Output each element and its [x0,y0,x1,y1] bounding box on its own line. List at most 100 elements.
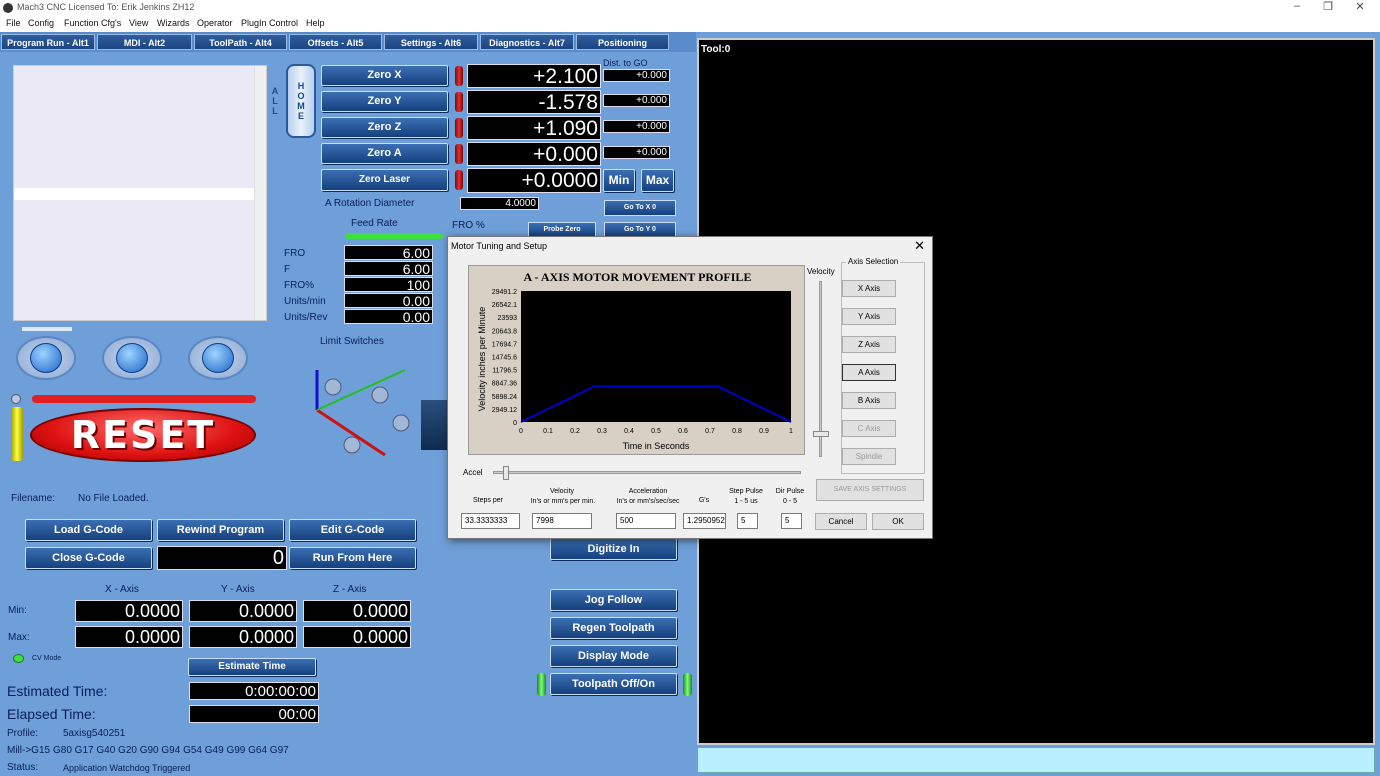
min-z-value: 0.0000 [303,600,411,622]
regen-toolpath-button[interactable]: Regen Toolpath [550,617,677,639]
run-from-here-button[interactable]: Run From Here [289,547,416,569]
step-pulse-input[interactable]: 5 [737,513,758,529]
y-tick-label: 0 [513,420,517,427]
current-line-highlight [14,188,254,200]
acceleration-input[interactable]: 500 [616,513,676,529]
pause-icon [116,343,148,373]
stop-icon [202,343,234,373]
accel-slider-track[interactable] [493,471,801,474]
units-rev-value[interactable]: 0.00 [344,309,433,324]
elapsed-time-value: 00:00 [189,705,319,723]
zero-z-button[interactable]: Zero Z [321,117,448,138]
y-dro[interactable]: -1.578 [467,90,601,114]
spindle-button[interactable]: Spindle [842,448,896,465]
gcode-listing[interactable] [13,65,267,321]
elapsed-time-label: Elapsed Time: [7,706,96,722]
x-tick-label: 0.1 [543,428,553,435]
tab-toolpath[interactable]: ToolPath - Alt4 [194,34,287,50]
tab-diagnostics[interactable]: Diagnostics - Alt7 [480,34,574,50]
edit-gcode-button[interactable]: Edit G-Code [289,519,416,541]
filename-label: Filename: [11,493,55,504]
close-window-button[interactable]: ✕ [1345,0,1375,13]
y-tick-label: 2949.12 [492,407,517,414]
menu-file[interactable]: File [6,18,21,28]
max-z-value: 0.0000 [303,626,411,648]
tab-offsets[interactable]: Offsets - Alt5 [289,34,382,50]
z-dro[interactable]: +1.090 [467,116,601,140]
dir-pulse-label: Dir Pulse [775,488,805,495]
x-ref-led [455,66,463,86]
min-x-value: 0.0000 [75,600,183,622]
menu-help[interactable]: Help [306,18,325,28]
toolpath-led-right [683,673,692,696]
a-axis-button[interactable]: A Axis [842,364,896,381]
laser-max-button[interactable]: Max [641,169,674,192]
estimate-time-button[interactable]: Estimate Time [188,658,316,676]
load-gcode-button[interactable]: Load G-Code [25,519,152,541]
cycle-start-button[interactable] [16,336,76,380]
c-axis-button[interactable]: C Axis [842,420,896,437]
menu-view[interactable]: View [129,18,148,28]
display-mode-button[interactable]: Display Mode [550,645,677,667]
menu-plugin-control[interactable]: PlugIn Control [241,18,298,28]
x-dro[interactable]: +2.100 [467,64,601,88]
zero-x-button[interactable]: Zero X [321,65,448,86]
menu-config[interactable]: Config [28,18,54,28]
play-icon [30,343,62,373]
y-tick-label: 8847.36 [492,381,517,388]
acceleration-label: Acceleration [628,488,668,495]
tab-mdi[interactable]: MDI - Alt2 [97,34,192,50]
close-gcode-button[interactable]: Close G-Code [25,547,152,569]
feed-rate-bar [345,233,443,239]
rotation-diameter-value[interactable]: 4.0000 [460,197,539,210]
velocity-slider-label: Velocity [807,267,835,276]
velocity-slider-thumb[interactable] [813,431,829,437]
y-axis-button[interactable]: Y Axis [842,308,896,325]
stop-button[interactable] [188,336,248,380]
jog-follow-button[interactable]: Jog Follow [550,589,677,611]
extents-x-header: X - Axis [105,584,139,595]
fro-value[interactable]: 6.00 [344,245,433,260]
acceleration-units-label: In's or mm's/sec/sec [616,498,680,505]
minimize-button[interactable]: – [1282,0,1312,12]
a-dro[interactable]: +0.000 [467,142,601,166]
dir-pulse-input[interactable]: 5 [781,513,802,529]
units-min-value[interactable]: 0.00 [344,293,433,308]
extents-z-header: Z - Axis [333,584,367,595]
velocity-input[interactable]: 7998 [532,513,592,529]
dialog-close-button[interactable]: ✕ [914,238,925,254]
b-axis-button[interactable]: B Axis [842,392,896,409]
z-axis-button[interactable]: Z Axis [842,336,896,353]
steps-per-input[interactable]: 33.3333333 [461,513,520,529]
gs-input[interactable]: 1.2950952 [683,513,726,529]
home-all-button[interactable]: HOME ALL [270,64,316,138]
menu-operator[interactable]: Operator [197,18,233,28]
cancel-button[interactable]: Cancel [815,513,867,530]
rewind-program-button[interactable]: Rewind Program [157,519,284,541]
menu-function-cfgs[interactable]: Function Cfg's [64,18,121,28]
accel-slider-thumb[interactable] [503,466,509,480]
feed-value[interactable]: 6.00 [344,261,433,276]
digitize-in-button[interactable]: Digitize In [550,538,677,560]
toolpath-toggle-button[interactable]: Toolpath Off/On [550,673,677,695]
reset-button[interactable]: RESET [30,408,256,462]
save-axis-settings-button[interactable]: SAVE AXIS SETTINGS [816,479,924,501]
fro-pct-value[interactable]: 100 [344,277,433,292]
zero-a-button[interactable]: Zero A [321,143,448,164]
tab-program-run[interactable]: Program Run - Alt1 [1,34,95,50]
laser-dro[interactable]: +0.0000 [467,168,601,193]
goto-x0-button[interactable]: Go To X 0 [604,200,676,216]
x-axis-button[interactable]: X Axis [842,280,896,297]
estimated-time-value: 0:00:00:00 [189,682,319,700]
feed-hold-button[interactable] [102,336,162,380]
modes-label: Mill->G15 [7,745,51,756]
maximize-button[interactable]: ❐ [1313,0,1343,13]
tab-settings[interactable]: Settings - Alt6 [384,34,478,50]
gcode-line-number[interactable]: 0 [157,546,287,570]
laser-min-button[interactable]: Min [603,169,635,192]
tab-positioning[interactable]: Positioning [576,34,669,50]
zero-laser-button[interactable]: Zero Laser [321,169,448,191]
zero-y-button[interactable]: Zero Y [321,91,448,112]
menu-wizards[interactable]: Wizards [157,18,190,28]
ok-button[interactable]: OK [872,513,924,530]
